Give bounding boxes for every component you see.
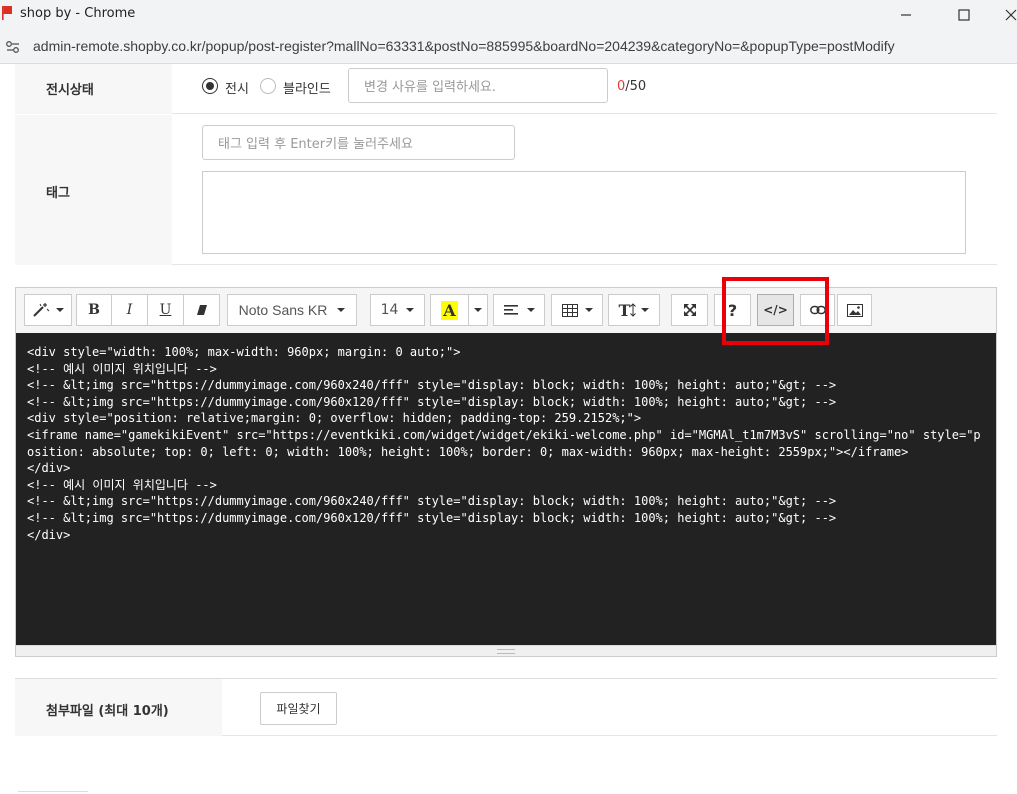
attachments-label-cell: 첨부파일 (최대 10개) xyxy=(15,679,222,736)
image-icon xyxy=(846,303,863,317)
paragraph-align-button[interactable] xyxy=(493,294,545,326)
code-line: <!-- 예시 이미지 위치입니다 --> xyxy=(27,477,217,492)
code-line: <!-- &lt;img src="https://dummyimage.com… xyxy=(27,494,837,509)
arrows-vertical-icon xyxy=(630,303,637,317)
maximize-icon xyxy=(958,9,970,21)
html-source-textarea[interactable]: <div style="width: 100%; max-width: 960p… xyxy=(16,333,996,645)
code-line: </div> xyxy=(27,461,71,476)
display-status-row: 전시상태 전시 블라인드 변경 사유를 입력하세요. 0/50 xyxy=(15,64,997,114)
char-counter-max: /50 xyxy=(625,79,647,94)
close-button[interactable] xyxy=(988,2,1017,28)
code-line: <!-- 예시 이미지 위치입니다 --> xyxy=(27,361,217,376)
code-line: </div> xyxy=(27,527,71,542)
attachments-label: 첨부파일 (최대 10개) xyxy=(46,704,169,719)
font-size-select[interactable]: 14 xyxy=(370,294,425,326)
chevron-down-icon xyxy=(406,308,415,312)
change-reason-placeholder: 변경 사유를 입력하세요. xyxy=(364,80,496,95)
code-line: <div style="position: relative;margin: 0… xyxy=(27,411,642,426)
radio-show-label: 전시 xyxy=(225,82,249,97)
minimize-icon xyxy=(901,14,911,16)
radio-show[interactable] xyxy=(202,78,218,94)
display-status-label: 전시상태 xyxy=(46,83,94,98)
image-button[interactable] xyxy=(837,294,872,326)
find-file-button[interactable]: 파일찾기 xyxy=(260,692,337,725)
code-view-highlight-box xyxy=(722,277,829,345)
display-status-label-cell: 전시상태 xyxy=(15,64,172,114)
red-flag-icon xyxy=(2,6,12,20)
magic-style-button[interactable] xyxy=(24,294,72,326)
code-line: <!-- &lt;img src="https://dummyimage.com… xyxy=(27,378,837,393)
chevron-down-icon xyxy=(56,308,64,312)
tag-label: 태그 xyxy=(46,186,70,201)
fullscreen-button[interactable] xyxy=(671,294,708,326)
window-titlebar: shop by - Chrome xyxy=(0,0,1017,30)
site-settings-icon[interactable] xyxy=(5,39,21,55)
url-text[interactable]: admin-remote.shopby.co.kr/popup/post-reg… xyxy=(33,38,895,54)
tag-row: 태그 태그 입력 후 Enter키를 눌러주세요 xyxy=(15,115,997,265)
fullscreen-icon xyxy=(683,304,696,316)
chevron-down-icon xyxy=(474,308,482,312)
code-line: <!-- &lt;img src="https://dummyimage.com… xyxy=(27,510,837,525)
font-size-value: 14 xyxy=(380,302,399,318)
align-left-icon xyxy=(503,305,518,315)
radio-blind[interactable] xyxy=(260,78,276,94)
tag-label-cell: 태그 xyxy=(15,115,172,265)
maximize-button[interactable] xyxy=(941,2,987,28)
font-family-select[interactable]: Noto Sans KR xyxy=(227,294,357,326)
editor-resize-bar[interactable] xyxy=(16,645,996,656)
minimize-button[interactable] xyxy=(883,2,929,28)
chevron-down-icon xyxy=(641,308,650,312)
code-line: <div style="width: 100%; max-width: 960p… xyxy=(27,345,461,359)
text-height-icon: T xyxy=(618,300,631,320)
html-editor: B I U Noto Sans KR 14 A T ? </> <div sty… xyxy=(15,287,997,657)
clear-format-button[interactable] xyxy=(183,294,220,326)
editor-toolbar: B I U Noto Sans KR 14 A T ? </> xyxy=(16,288,996,333)
font-color-button[interactable]: A xyxy=(430,294,469,326)
bold-button[interactable]: B xyxy=(76,294,112,326)
resize-grip-icon[interactable] xyxy=(497,649,515,654)
underline-button[interactable]: U xyxy=(147,294,184,326)
close-icon xyxy=(1005,9,1017,21)
attachments-row: 첨부파일 (최대 10개) 파일찾기 xyxy=(15,678,997,736)
tag-list-area xyxy=(202,171,966,254)
change-reason-input[interactable]: 변경 사유를 입력하세요. xyxy=(348,68,608,103)
chevron-down-icon xyxy=(584,308,593,312)
font-family-value: Noto Sans KR xyxy=(238,302,328,318)
table-button[interactable] xyxy=(551,294,603,326)
radio-blind-label: 블라인드 xyxy=(283,82,331,97)
char-counter: 0/50 xyxy=(617,79,646,94)
divider xyxy=(18,791,88,792)
eraser-icon xyxy=(196,305,207,315)
italic-button[interactable]: I xyxy=(111,294,148,326)
chevron-down-icon xyxy=(337,308,346,312)
text-color-icon: A xyxy=(441,300,458,320)
address-bar[interactable]: admin-remote.shopby.co.kr/popup/post-reg… xyxy=(0,30,1017,64)
tag-input[interactable]: 태그 입력 후 Enter키를 눌러주세요 xyxy=(202,125,515,160)
font-color-dropdown[interactable] xyxy=(468,294,488,326)
line-height-button[interactable]: T xyxy=(608,294,660,326)
code-line: <iframe name="gamekikiEvent" src="https:… xyxy=(27,427,981,459)
table-icon xyxy=(561,303,578,317)
code-line: <!-- &lt;img src="https://dummyimage.com… xyxy=(27,394,837,409)
magic-wand-icon xyxy=(33,303,50,317)
tag-input-placeholder: 태그 입력 후 Enter키를 눌러주세요 xyxy=(218,137,413,152)
window-title: shop by - Chrome xyxy=(20,6,136,21)
chevron-down-icon xyxy=(526,308,535,312)
